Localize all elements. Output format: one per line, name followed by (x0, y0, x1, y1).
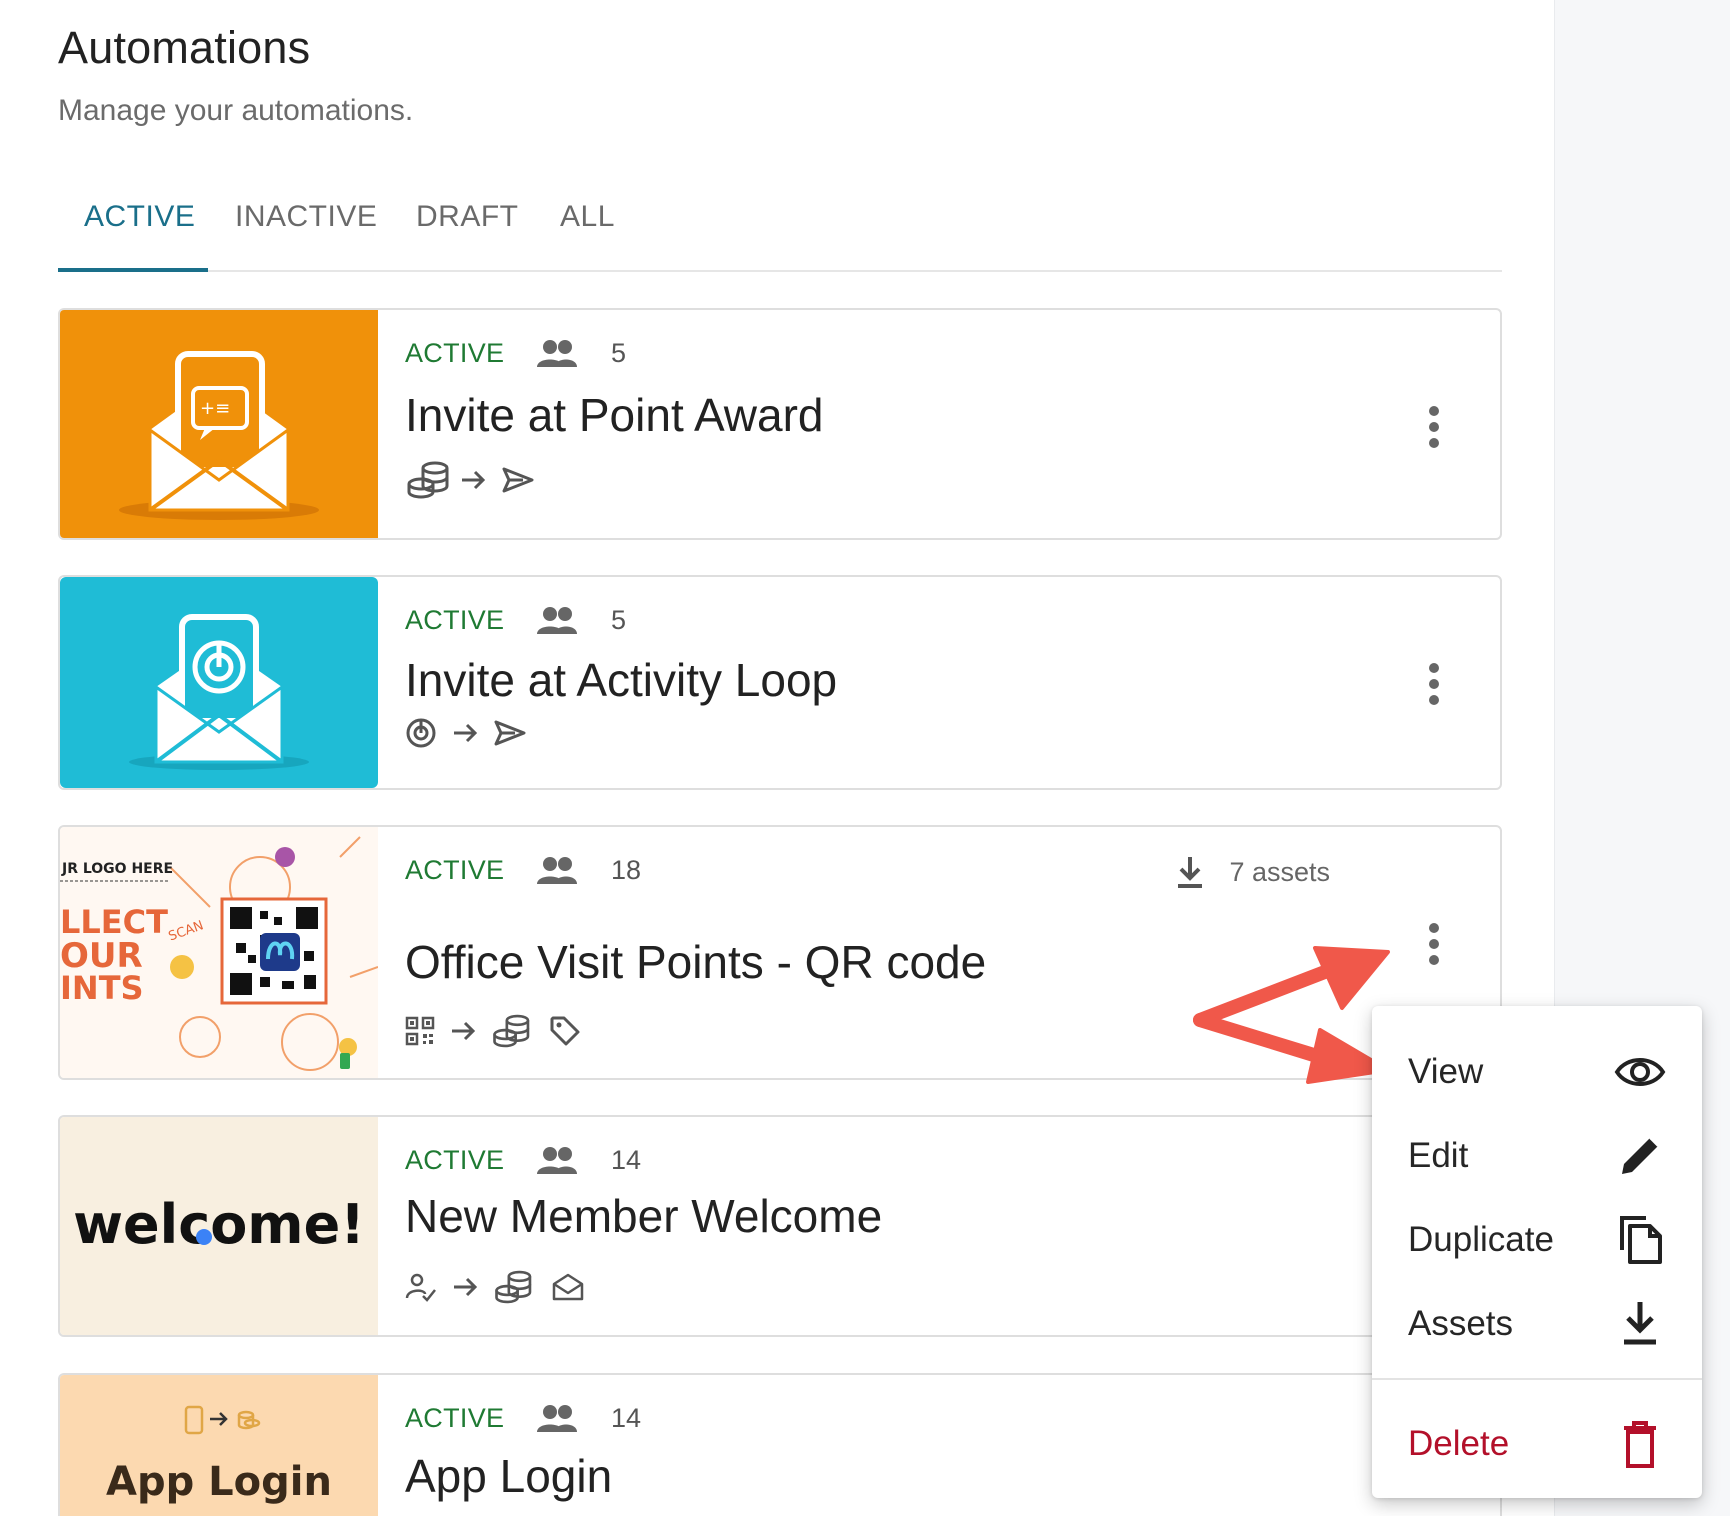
mail-activity-illustration-icon (129, 614, 309, 770)
automation-meta: ACTIVE 14 (405, 1145, 641, 1176)
member-count: 18 (611, 855, 642, 885)
status-label: ACTIVE (405, 1145, 505, 1175)
more-options-button[interactable] (1424, 923, 1444, 971)
automation-meta: ACTIVE 14 (405, 1403, 641, 1434)
automation-card-new-member-welcome[interactable]: welcome! ACTIVE 14 New Member Welcome (58, 1115, 1502, 1337)
automation-thumbnail: welcome! (60, 1117, 378, 1335)
more-options-button[interactable] (1424, 406, 1444, 454)
activity-loop-icon (406, 718, 436, 748)
menu-divider (1372, 1378, 1702, 1380)
pencil-icon (1622, 1137, 1659, 1174)
active-tab-indicator (58, 268, 208, 272)
arrow-right-icon (454, 723, 478, 743)
automation-title[interactable]: Invite at Point Award (405, 388, 824, 442)
menu-item-label: Edit (1408, 1136, 1469, 1175)
page-header: Automations Manage your automations. (58, 22, 413, 128)
app-login-thumbnail-text: App Login (106, 1459, 332, 1505)
menu-item-label: Assets (1408, 1304, 1514, 1343)
automation-meta: ACTIVE 18 (405, 855, 641, 886)
automation-context-menu: View Edit Duplicate Assets Delete (1372, 1006, 1702, 1498)
menu-item-delete[interactable]: Delete (1372, 1406, 1702, 1482)
assets-count: 7 assets (1229, 856, 1330, 887)
status-label: ACTIVE (405, 1403, 505, 1433)
arrow-right-icon (452, 1021, 476, 1041)
page-subtitle: Manage your automations. (58, 94, 414, 127)
automation-meta: ACTIVE 5 (405, 338, 626, 369)
tab-inactive[interactable]: INACTIVE (235, 200, 377, 234)
send-icon (502, 467, 534, 493)
people-icon (537, 1146, 577, 1174)
tab-draft[interactable]: DRAFT (416, 200, 519, 234)
copy-icon (1620, 1216, 1662, 1264)
people-icon (537, 1404, 577, 1432)
coins-icon (407, 461, 449, 499)
poster-logo-text: JR LOGO HERE (61, 861, 173, 877)
automation-title[interactable]: App Login (405, 1449, 612, 1503)
trash-icon (1624, 1421, 1656, 1468)
status-label: ACTIVE (405, 338, 505, 368)
coins-icon (495, 1270, 532, 1304)
automation-meta: ACTIVE 5 (405, 605, 626, 636)
menu-item-duplicate[interactable]: Duplicate (1372, 1202, 1702, 1278)
user-check-icon (405, 1273, 436, 1302)
tag-icon (550, 1016, 580, 1046)
automation-thumbnail: +≡ (60, 310, 378, 538)
welcome-thumbnail-text: welcome! (73, 1193, 365, 1256)
menu-item-assets[interactable]: Assets (1372, 1286, 1702, 1362)
automation-card-office-visit-qr[interactable]: JR LOGO HERE LLECT OUR INTS SCAN ACTIVE (58, 825, 1502, 1080)
automation-flow (405, 458, 535, 502)
svg-text:+≡: +≡ (200, 398, 230, 419)
automation-card-app-login[interactable]: App Login ACTIVE 14 App Login (58, 1373, 1502, 1516)
menu-item-edit[interactable]: Edit (1372, 1118, 1702, 1194)
menu-item-view[interactable]: View (1372, 1034, 1702, 1110)
welcome-illustration-icon: welcome! (73, 1193, 365, 1256)
menu-item-label: Delete (1408, 1424, 1510, 1463)
automation-thumbnail (60, 577, 378, 788)
send-icon (494, 720, 526, 746)
automation-title[interactable]: Invite at Activity Loop (405, 653, 837, 707)
mail-open-icon (552, 1273, 584, 1301)
member-count: 5 (611, 605, 627, 635)
menu-item-label: Duplicate (1408, 1220, 1554, 1259)
poster-scan-text: SCAN (167, 918, 206, 944)
automation-flow (405, 1267, 585, 1307)
tab-all[interactable]: ALL (560, 200, 615, 234)
arrow-right-icon (462, 470, 486, 490)
status-label: ACTIVE (405, 605, 505, 635)
qr-poster-illustration-icon: JR LOGO HERE LLECT OUR INTS SCAN (60, 836, 378, 1071)
automation-flow (405, 717, 527, 749)
automation-thumbnail: App Login (60, 1375, 378, 1516)
eye-icon (1614, 1058, 1666, 1086)
page-title: Automations (58, 22, 311, 73)
member-count: 14 (611, 1403, 642, 1433)
member-count: 14 (611, 1145, 642, 1175)
coins-icon (493, 1014, 530, 1048)
poster-points-text: INTS (60, 969, 144, 1007)
download-icon (1624, 1302, 1656, 1345)
arrow-right-icon (454, 1277, 478, 1297)
assets-indicator[interactable]: 7 assets (1175, 855, 1330, 889)
people-icon (537, 606, 577, 634)
status-tabs: ACTIVE INACTIVE DRAFT ALL (58, 190, 1502, 272)
menu-item-label: View (1408, 1052, 1484, 1091)
qr-code-icon (405, 1016, 435, 1046)
member-count: 5 (611, 338, 627, 368)
automation-title[interactable]: New Member Welcome (405, 1189, 882, 1243)
automation-flow (405, 1011, 581, 1051)
automation-title[interactable]: Office Visit Points - QR code (405, 935, 986, 989)
automation-card-invite-point-award[interactable]: +≡ ACTIVE 5 Invite at Point Award (58, 308, 1502, 540)
people-icon (537, 339, 577, 367)
more-options-button[interactable] (1424, 663, 1444, 711)
automation-thumbnail: JR LOGO HERE LLECT OUR INTS SCAN (60, 827, 378, 1078)
download-icon (1178, 857, 1203, 888)
mail-phone-illustration-icon: +≡ (119, 351, 319, 520)
people-icon (537, 856, 577, 884)
tab-active[interactable]: ACTIVE (84, 200, 195, 234)
status-label: ACTIVE (405, 855, 505, 885)
app-login-illustration-icon: App Login (106, 1405, 332, 1505)
automation-card-invite-activity-loop[interactable]: ACTIVE 5 Invite at Activity Loop (58, 575, 1502, 790)
